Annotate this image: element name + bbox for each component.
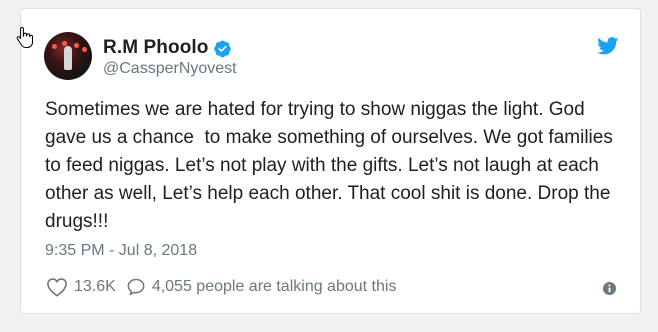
avatar-detail: [64, 46, 72, 70]
info-icon[interactable]: [603, 282, 616, 295]
author-name[interactable]: R.M Phoolo: [103, 37, 208, 59]
tweet-timestamp[interactable]: 9:35 PM - Jul 8, 2018: [45, 242, 197, 260]
talking-count[interactable]: 4,055 people are talking about this: [152, 278, 397, 296]
heart-icon[interactable]: [46, 277, 68, 297]
like-count[interactable]: 13.6K: [74, 278, 116, 296]
tweet-card[interactable]: R.M Phoolo @CassperNyovest Sometimes we …: [20, 8, 641, 314]
avatar-detail: [82, 47, 87, 52]
author-name-row[interactable]: R.M Phoolo: [103, 37, 232, 59]
author-handle[interactable]: @CassperNyovest: [103, 60, 237, 78]
tweet-actions: 13.6K 4,055 people are talking about thi…: [46, 277, 396, 297]
avatar-detail: [52, 44, 57, 49]
avatar-detail: [74, 43, 79, 48]
verified-badge-icon: [214, 40, 232, 57]
speech-bubble-icon[interactable]: [126, 277, 146, 297]
twitter-bird-icon[interactable]: [597, 37, 619, 55]
hand-cursor-icon: [16, 27, 33, 48]
avatar[interactable]: [44, 32, 92, 80]
tweet-text: Sometimes we are hated for trying to sho…: [45, 99, 619, 232]
